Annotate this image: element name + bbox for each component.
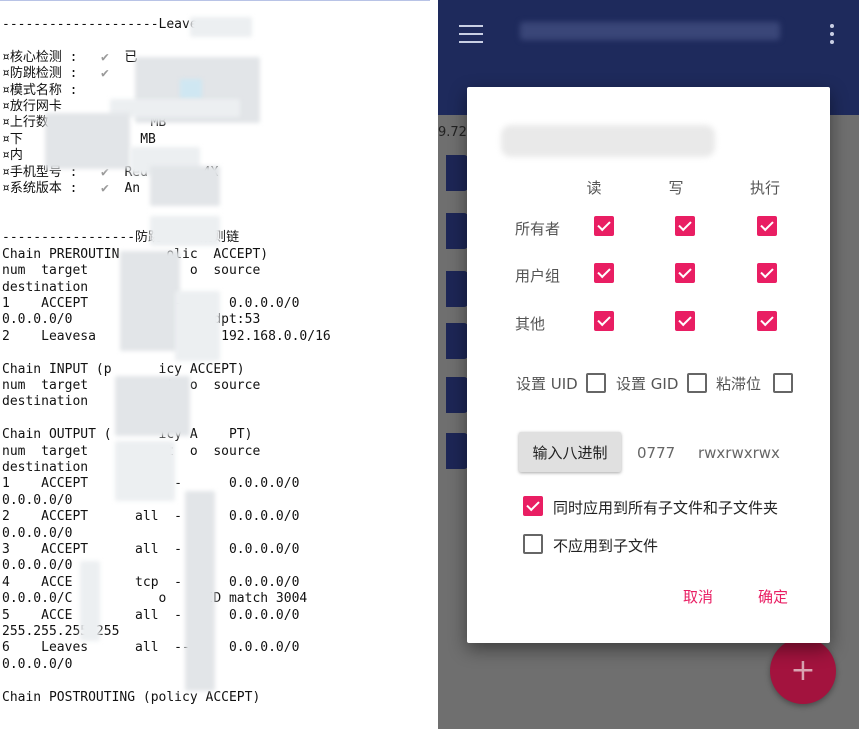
folder-icon[interactable] xyxy=(446,271,468,307)
apply-recursive-checkbox[interactable] xyxy=(523,496,543,516)
setuid-checkbox[interactable] xyxy=(586,373,606,393)
setgid-label: 设置 GID xyxy=(616,375,679,393)
check-icon: ✔ xyxy=(100,66,109,82)
column-header-execute: 执行 xyxy=(749,179,780,197)
more-options-icon[interactable] xyxy=(829,24,835,46)
folder-icon[interactable] xyxy=(446,377,468,413)
redacted-title xyxy=(520,22,780,40)
row-label-others: 其他 xyxy=(515,315,546,333)
row-label-group: 用户组 xyxy=(515,267,561,285)
owner-write-checkbox[interactable] xyxy=(675,216,695,236)
group-execute-checkbox[interactable] xyxy=(757,263,777,283)
log-panel: --------------------Leave ¤核心检测 : ✔ 已 ¤防… xyxy=(0,0,430,730)
check-icon: ✔ xyxy=(100,49,109,65)
folder-icon[interactable] xyxy=(446,155,468,191)
file-size-text: 9.72 xyxy=(438,125,467,140)
redaction-blur xyxy=(115,441,175,501)
redaction-blur xyxy=(150,216,220,246)
redacted-dialog-title xyxy=(501,125,715,157)
owner-read-checkbox[interactable] xyxy=(594,216,614,236)
octal-value: 0777 xyxy=(637,444,676,462)
permission-string: rwxrwxrwx xyxy=(698,444,780,462)
redaction-blur xyxy=(120,251,180,351)
row-label-owner: 所有者 xyxy=(515,220,561,238)
others-execute-checkbox[interactable] xyxy=(757,311,777,331)
enter-octal-button[interactable]: 输入八进制 xyxy=(519,432,621,472)
no-apply-children-label[interactable]: 不应用到子文件 xyxy=(553,535,658,556)
group-read-checkbox[interactable] xyxy=(594,263,614,283)
setuid-label: 设置 UID xyxy=(516,375,578,393)
redaction-blur xyxy=(150,166,220,206)
redaction-blur xyxy=(45,113,130,169)
redaction-blur xyxy=(175,291,220,361)
ok-button[interactable]: 确定 xyxy=(758,586,788,607)
others-read-checkbox[interactable] xyxy=(594,311,614,331)
owner-execute-checkbox[interactable] xyxy=(757,216,777,236)
plus-icon: + xyxy=(790,653,816,688)
check-icon: ✔ xyxy=(100,181,109,197)
redaction-blur xyxy=(180,79,202,99)
redaction-blur xyxy=(185,491,215,691)
column-header-write: 写 xyxy=(668,179,684,197)
cancel-button[interactable]: 取消 xyxy=(683,586,713,607)
redaction-blur xyxy=(115,376,190,436)
add-button[interactable]: + xyxy=(770,638,836,704)
redaction-blur xyxy=(80,561,100,641)
no-apply-children-checkbox[interactable] xyxy=(523,534,543,554)
sticky-bit-label: 粘滞位 xyxy=(716,375,762,393)
others-write-checkbox[interactable] xyxy=(675,311,695,331)
panel-divider xyxy=(430,0,438,729)
menu-icon[interactable] xyxy=(459,25,483,43)
folder-icon[interactable] xyxy=(446,213,468,249)
group-write-checkbox[interactable] xyxy=(675,263,695,283)
folder-icon[interactable] xyxy=(446,323,468,359)
permissions-dialog: 读 写 执行 所有者 用户组 其他 设置 UID 设置 GID 粘滞位 输入八进… xyxy=(467,87,830,643)
apply-recursive-label[interactable]: 同时应用到所有子文件和子文件夹 xyxy=(553,497,778,518)
setgid-checkbox[interactable] xyxy=(687,373,707,393)
column-header-read: 读 xyxy=(586,179,602,197)
sticky-bit-checkbox[interactable] xyxy=(773,373,793,393)
folder-icon[interactable] xyxy=(446,433,468,469)
redaction-blur xyxy=(190,17,252,37)
